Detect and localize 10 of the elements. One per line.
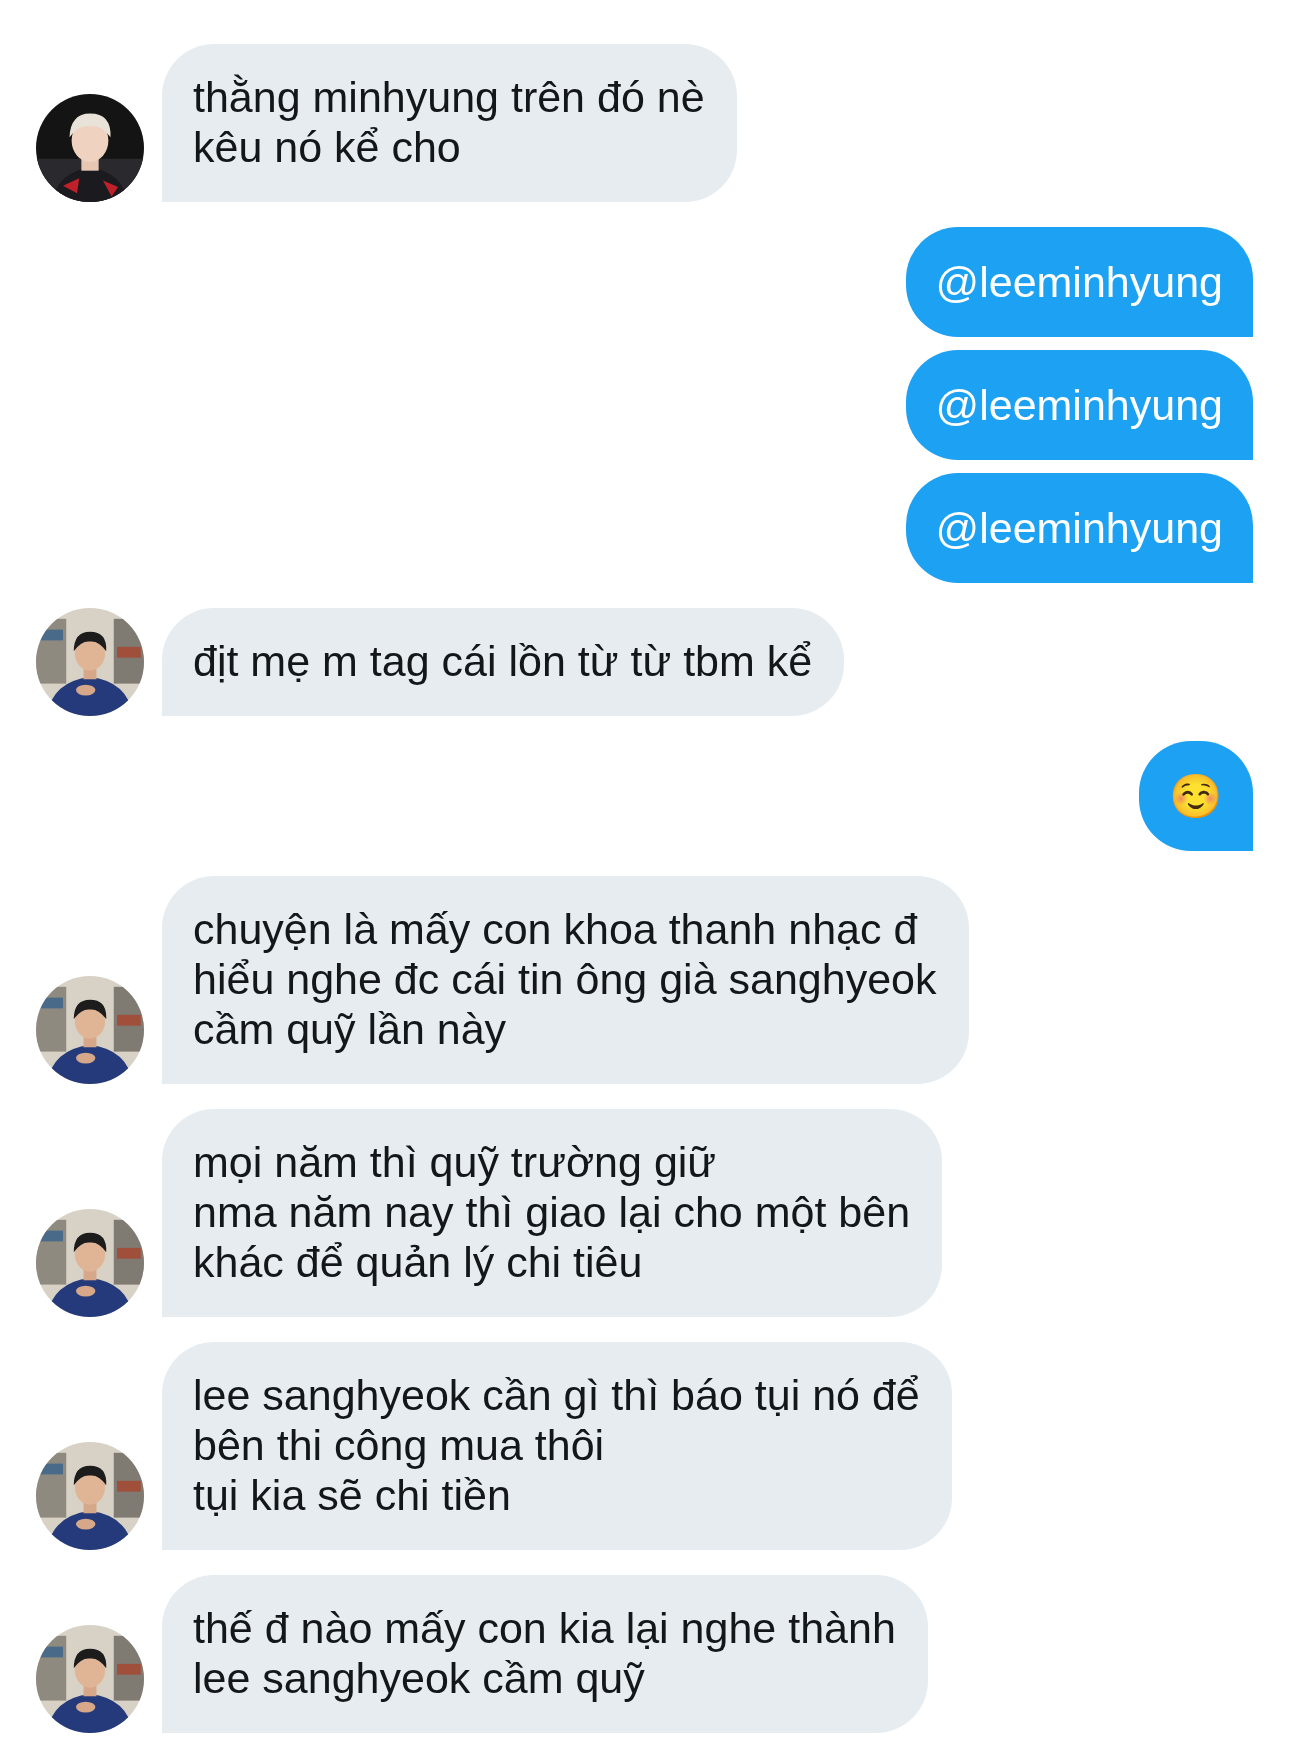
message-bubble: địt mẹ m tag cái lồn từ từ tbm kể (162, 608, 845, 716)
message-bubble: lee sanghyeok cần gì thì báo tụi nó để bên thi công mua thôi tụi kia sẽ chi tiền (162, 1342, 952, 1550)
message-bubble: @leeminhyung (905, 473, 1253, 583)
message-bubble: @leeminhyung (905, 227, 1253, 337)
message-bubble: @leeminhyung (905, 350, 1253, 460)
message-bubble: thế đ nào mấy con kia lại nghe thành lee sanghyeok cầm quỹ (162, 1575, 928, 1733)
message-bubble: ☺ (1139, 741, 1253, 851)
message-bubble: thằng minhyung trên đó nè kêu nó kể cho (162, 44, 737, 202)
message-bubble: chuyện là mấy con khoa thanh nhạc đ hiểu nghe đc cái tin ông già sanghyeok cầm quỹ lần này (162, 876, 969, 1084)
message-bubble: mọi năm thì quỹ trường giữ nma năm nay thì giao lại cho một bên khác để quản lý chi tiêu (162, 1109, 943, 1317)
